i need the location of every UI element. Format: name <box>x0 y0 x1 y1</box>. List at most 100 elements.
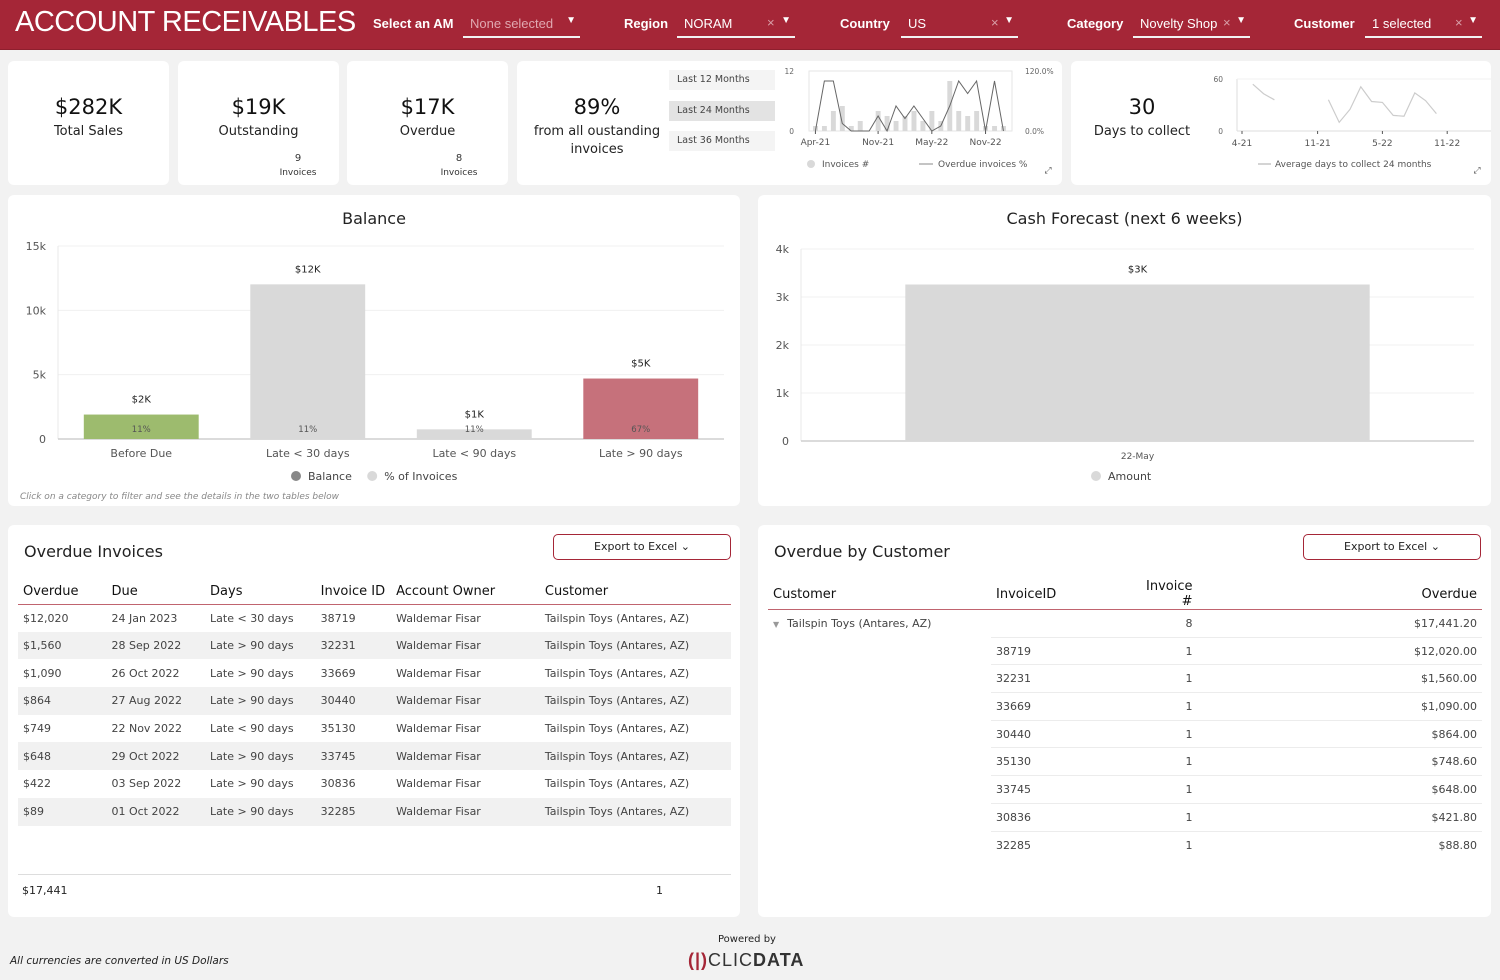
period-last-12-months[interactable]: Last 12 Months <box>669 70 775 90</box>
bar-pct-label: 67% <box>631 425 650 435</box>
table-row[interactable]: 35130 1 $748.60 <box>768 747 1482 776</box>
cell-due: 03 Sep 2022 <box>111 777 182 791</box>
cell-days: Late < 90 days <box>210 722 294 736</box>
export-excel-button[interactable]: Export to Excel ⌄ <box>1303 534 1481 560</box>
cell-invoice-count: 1 <box>1141 747 1198 776</box>
legend-marker <box>367 471 378 481</box>
collapse-triangle-icon[interactable]: ▼ <box>773 620 779 629</box>
table-row[interactable]: $749 22 Nov 2022 Late < 90 days 35130 Waldem… <box>18 715 731 743</box>
col-days[interactable]: Days <box>205 579 316 605</box>
clear-icon[interactable]: × <box>991 15 999 30</box>
kpi-days-to-collect-card: 30 Days to collect 60 0 4-21 11-21 5-22 11-22… <box>1071 61 1491 185</box>
y-left-tick: 12 <box>784 67 794 76</box>
table-row[interactable]: 32231 1 $1,560.00 <box>768 664 1482 693</box>
customer-select-value: 1 selected <box>1372 16 1432 31</box>
clicdata-logo[interactable]: (|)CLICDATA <box>688 950 804 971</box>
col-invoiceid[interactable]: InvoiceID <box>991 579 1141 610</box>
table-row[interactable]: 32285 1 $88.80 <box>768 830 1482 859</box>
legend-item[interactable]: % of Invoices <box>384 470 457 483</box>
region-select[interactable]: NORAM × ▼ <box>677 12 795 38</box>
am-select[interactable]: None selected ▼ <box>463 12 580 38</box>
col-overdue[interactable]: Overdue <box>18 579 107 605</box>
y-tick: 60 <box>1213 75 1223 84</box>
category-select[interactable]: Novelty Shop × ▼ <box>1133 12 1250 38</box>
legend-item[interactable]: Amount <box>1108 470 1152 483</box>
country-select[interactable]: US × ▼ <box>901 12 1018 38</box>
x-tick-label: May-22 <box>915 138 948 148</box>
cell-account-owner: Waldemar Fisar <box>391 797 540 826</box>
invoice-bar <box>875 111 881 131</box>
category-label: Late < 90 days <box>432 447 516 460</box>
y-left-tick: 0 <box>789 127 794 136</box>
cell-due: 28 Sep 2022 <box>106 631 206 660</box>
kpi-value: 89% <box>573 95 621 119</box>
category-select-value: Novelty Shop <box>1140 16 1218 31</box>
table-row[interactable]: $1,560 28 Sep 2022 Late > 90 days 32231 Wald… <box>18 631 731 660</box>
bar-late-30-days[interactable] <box>250 284 366 439</box>
table-row[interactable]: $89 01 Oct 2022 Late > 90 days 32285 Waldema… <box>18 797 731 826</box>
kpi-label: Total Sales <box>53 124 124 139</box>
filter-label-country: Country <box>840 16 890 31</box>
customer-select[interactable]: 1 selected × ▼ <box>1365 12 1482 38</box>
table-row[interactable]: 38719 1 $12,020.00 <box>768 636 1482 665</box>
cell-overdue: $421.80 <box>1197 802 1482 831</box>
cell-invoiceid: 30836 <box>991 802 1141 831</box>
col-customer[interactable]: Customer <box>539 579 731 605</box>
cell-invoice-id: 35130 <box>320 722 356 736</box>
col-overdue[interactable]: Overdue <box>1197 579 1482 610</box>
clear-icon[interactable]: × <box>1223 15 1231 30</box>
table-row[interactable]: $648 29 Oct 2022 Late > 90 days 33745 Waldem… <box>18 742 731 771</box>
table-row[interactable]: 33745 1 $648.00 <box>768 775 1482 804</box>
kpi-value: 30 <box>1128 95 1156 119</box>
clear-icon[interactable]: × <box>1455 15 1463 30</box>
filter-label-customer: Customer <box>1294 16 1355 31</box>
cell-due: 24 Jan 2023 <box>111 611 178 625</box>
chevron-down-icon: ▼ <box>1004 15 1014 26</box>
invoice-bar <box>911 111 917 131</box>
cell-invoice-id: 32231 <box>315 631 392 660</box>
invoice-count: 9 <box>294 153 302 164</box>
invoice-bar <box>857 121 863 131</box>
table-row[interactable]: 30440 1 $864.00 <box>768 719 1482 748</box>
cell-due: 22 Nov 2022 <box>111 722 182 736</box>
cell-overdue: $422 <box>23 777 51 791</box>
col-customer[interactable]: Customer <box>768 579 991 610</box>
col-due[interactable]: Due <box>106 579 206 605</box>
table-row[interactable]: $1,090 26 Oct 2022 Late > 90 days 33669 Wald… <box>18 659 731 687</box>
invoice-count-label: Invoices <box>279 168 317 178</box>
cell-invoice-id: 30440 <box>315 687 392 715</box>
clear-icon[interactable]: × <box>767 15 775 30</box>
chevron-down-icon: ▼ <box>566 15 576 26</box>
app-title: ACCOUNT RECEIVABLES <box>15 6 356 38</box>
cell-invoice-id: 32285 <box>315 797 392 826</box>
bar-value-label: $1K <box>465 409 485 420</box>
y-tick-label: 0 <box>782 435 789 448</box>
col-account-owner[interactable]: Account Owner <box>391 579 540 605</box>
table-row[interactable]: $422 03 Sep 2022 Late > 90 days 30836 Waldem… <box>18 770 731 798</box>
legend-item[interactable]: Balance <box>308 470 352 483</box>
balance-chart[interactable]: 0 5k 10k 15k $2K 11% Before Due $12K 11% Late < 3… <box>8 195 740 490</box>
group-row[interactable]: ▼ Tailspin Toys (Antares, AZ) 8 $17,441.2… <box>768 610 1482 638</box>
cell-account-owner: Waldemar Fisar <box>391 742 540 771</box>
cell-invoiceid: 33669 <box>991 692 1141 721</box>
export-excel-button[interactable]: Export to Excel ⌄ <box>553 534 731 560</box>
cell-invoice-count: 1 <box>1141 664 1198 693</box>
invoice-bar <box>956 111 962 131</box>
balance-note: Click on a category to filter and see th… <box>20 492 340 502</box>
group-overdue: $17,441.20 <box>1414 616 1477 630</box>
period-last-24-months[interactable]: Last 24 Months <box>669 101 775 121</box>
y-tick-label: 0 <box>39 433 46 446</box>
cash-forecast-panel: Cash Forecast (next 6 weeks) 0 1k 2k 3k 4k $3… <box>758 195 1491 506</box>
table-row[interactable]: $864 27 Aug 2022 Late > 90 days 30440 Waldem… <box>18 687 731 715</box>
col-invoice-id[interactable]: Invoice ID <box>315 579 392 605</box>
x-tick-label: 11-21 <box>1305 139 1331 149</box>
col-invoice-count[interactable]: Invoice # <box>1141 579 1198 610</box>
period-last-36-months[interactable]: Last 36 Months <box>669 131 775 151</box>
table-row[interactable]: 33669 1 $1,090.00 <box>768 692 1482 721</box>
cell-invoice-count: 1 <box>1141 802 1198 831</box>
table-row[interactable]: $12,020 24 Jan 2023 Late < 30 days 38719 Wal… <box>18 604 731 632</box>
table-row[interactable]: 30836 1 $421.80 <box>768 802 1482 831</box>
group-customer[interactable]: ▼ Tailspin Toys (Antares, AZ) <box>768 610 991 638</box>
cell-due: 01 Oct 2022 <box>106 797 206 826</box>
cell-overdue: $864 <box>18 687 107 715</box>
